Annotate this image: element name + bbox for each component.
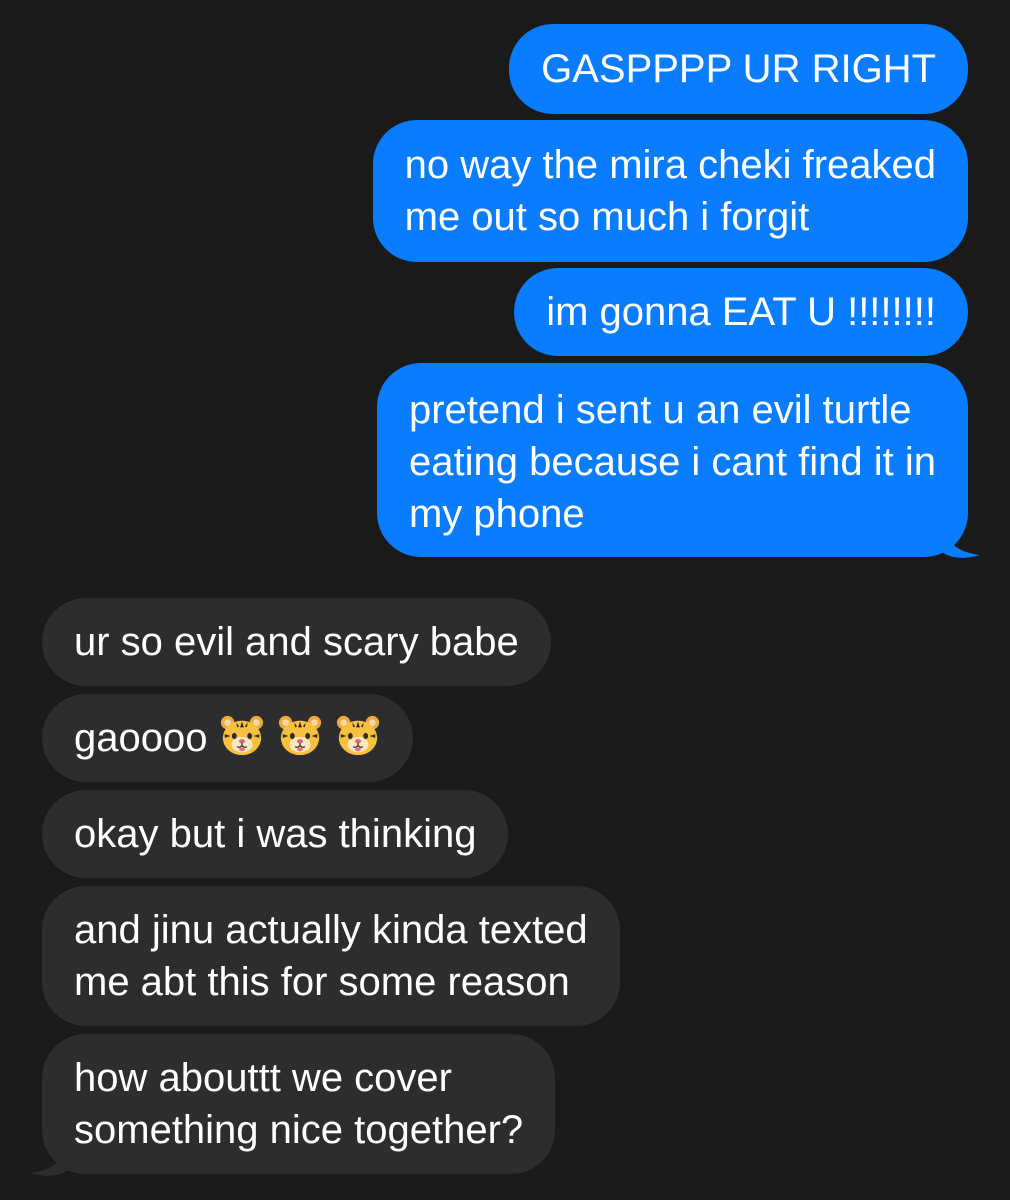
- received-message[interactable]: okay but i was thinking: [42, 790, 509, 878]
- message-text: okay but i was thinking: [74, 812, 477, 856]
- message-text: GASPPPP UR RIGHT: [541, 47, 936, 91]
- sent-message[interactable]: GASPPPP UR RIGHT: [509, 24, 968, 114]
- message-text: pretend i sent u an evil turtle: [408, 388, 912, 432]
- received-message[interactable]: how abouttt we cover something nice toge…: [42, 1034, 556, 1174]
- message-text: no way the mira cheki freaked: [404, 143, 936, 187]
- message-text: im gonna EAT U !!!!!!!!: [546, 290, 936, 334]
- tiger-face-icon: [335, 713, 381, 759]
- message-text: gaoooo: [74, 712, 381, 764]
- message-text: my phone: [408, 492, 585, 536]
- tiger-face-icon: [277, 713, 323, 759]
- received-message[interactable]: gaoooo: [42, 694, 414, 782]
- received-bubble-tail: [30, 1140, 68, 1176]
- sent-message[interactable]: im gonna EAT U !!!!!!!!: [514, 268, 968, 356]
- message-text: gaoooo: [74, 716, 208, 760]
- message-thread: GASPPPP UR RIGHT no way the mira cheki f…: [0, 0, 1010, 1200]
- message-text: how abouttt we cover: [74, 1056, 452, 1100]
- message-text: something nice together?: [74, 1108, 524, 1152]
- tiger-face-icon: [219, 713, 265, 759]
- received-message[interactable]: and jinu actually kinda texted me abt th…: [42, 886, 620, 1026]
- message-text: and jinu actually kinda texted: [74, 908, 588, 952]
- message-text: me out so much i forgit: [404, 195, 810, 239]
- sent-bubble-tail: [942, 522, 980, 558]
- sent-message[interactable]: no way the mira cheki freaked me out so …: [372, 120, 968, 262]
- message-text: ur so evil and scary babe: [74, 620, 519, 664]
- message-text: me abt this for some reason: [74, 960, 570, 1004]
- sent-message[interactable]: pretend i sent u an evil turtle eating b…: [376, 363, 968, 557]
- message-text: eating because i cant find it in: [408, 440, 936, 484]
- received-message[interactable]: ur so evil and scary babe: [42, 598, 551, 686]
